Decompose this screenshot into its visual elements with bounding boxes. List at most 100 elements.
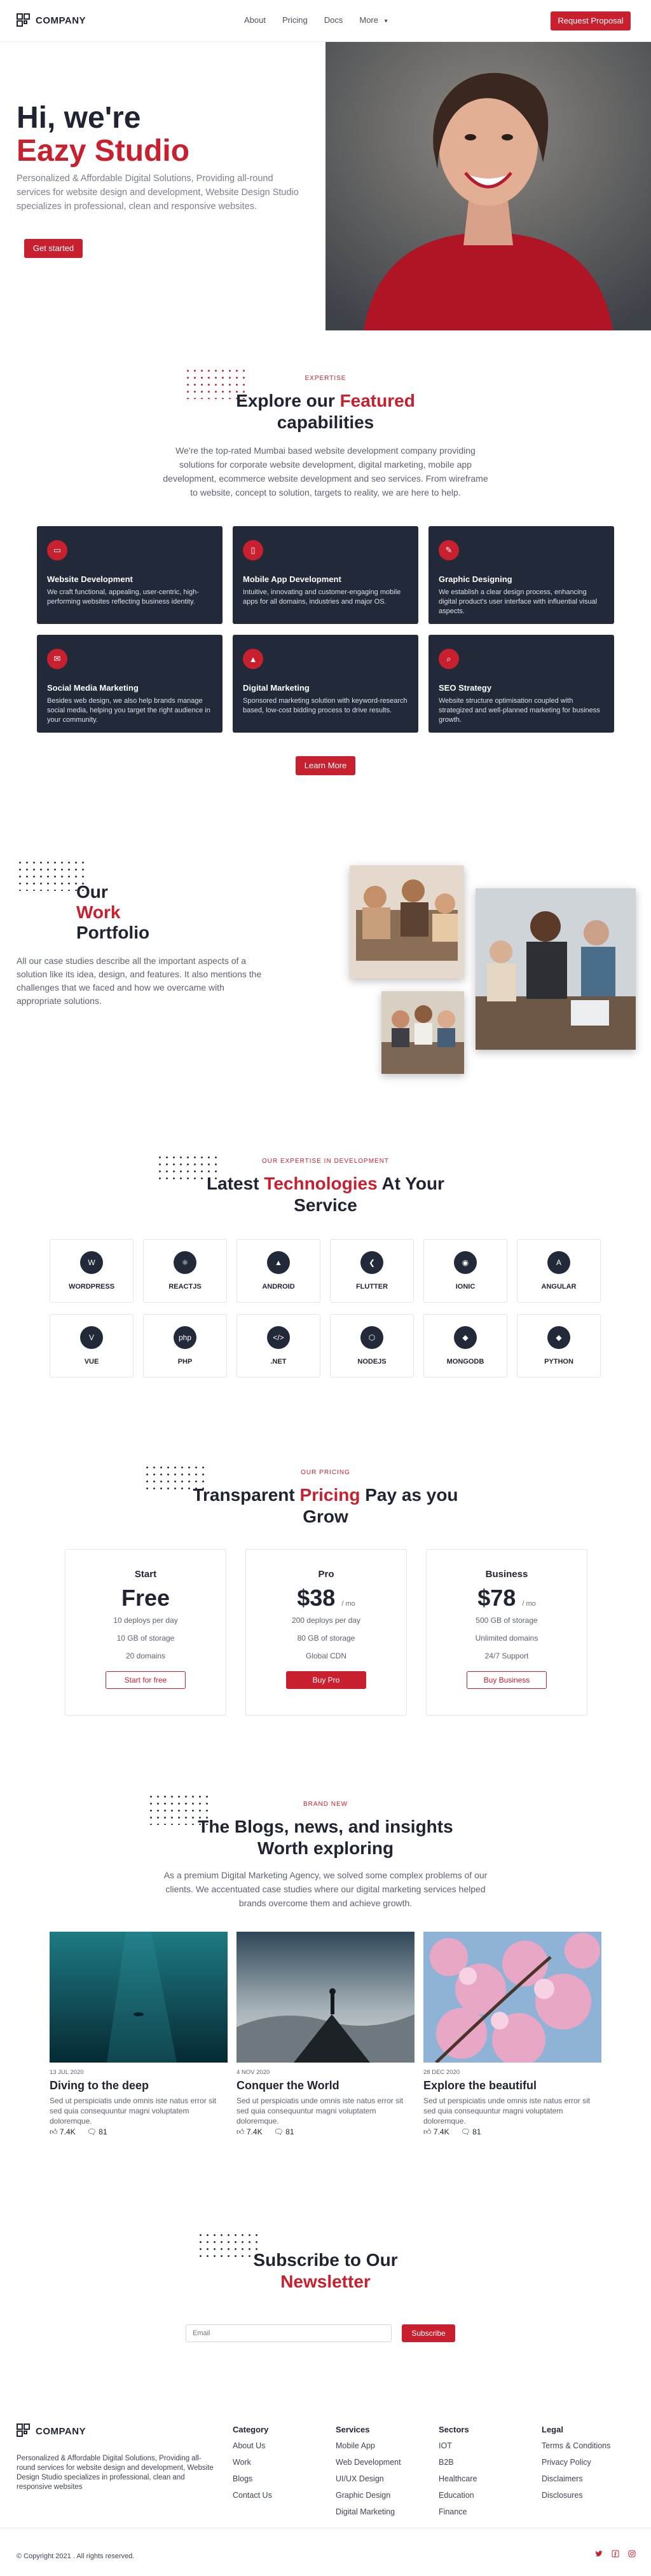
blog-comments[interactable]: 🗨︎ 81: [274, 2127, 294, 2137]
blog-date: 28 DEC 2020: [423, 2069, 460, 2076]
blog-comments[interactable]: 🗨︎ 81: [461, 2127, 481, 2137]
service-card-mobile-app[interactable]: ▯ Mobile App Development Intuitive, inno…: [233, 526, 418, 624]
service-card-desc: Intuitive, innovating and customer-engag…: [243, 588, 401, 606]
tech-angular[interactable]: A ANGULAR: [517, 1239, 601, 1303]
blog-image-deep-sea[interactable]: [50, 1932, 228, 2063]
logo[interactable]: COMPANY: [17, 13, 86, 29]
email-field[interactable]: [186, 2324, 392, 2342]
tech-reactjs[interactable]: ⚛ REACTJS: [143, 1239, 227, 1303]
tech-mongodb[interactable]: ◆ MONGODB: [423, 1314, 507, 1378]
footer-link[interactable]: Mobile App: [336, 2441, 375, 2450]
mountain-hiker-illustration: [236, 1932, 415, 2063]
buy-business-button[interactable]: Buy Business: [467, 1671, 547, 1689]
hero-title-line1: Hi, we're: [17, 101, 141, 135]
tech-label: PYTHON: [544, 1358, 573, 1366]
blogs-description: As a premium Digital Marketing Agency, w…: [163, 1870, 488, 1908]
request-proposal-button[interactable]: Request Proposal: [551, 11, 631, 31]
comment-icon: 🗨︎: [86, 2127, 97, 2136]
twitter-glyph: [595, 2551, 603, 2557]
service-card-seo[interactable]: ⌕ SEO Strategy Website structure optimis…: [428, 635, 614, 733]
blogs-title: The Blogs, news, and insights Worth expl…: [0, 1816, 651, 1859]
blogs-tag: BRAND NEW: [303, 1801, 348, 1808]
footer-logo[interactable]: COMPANY: [17, 2423, 86, 2439]
blog-comments[interactable]: 🗨︎ 81: [87, 2127, 107, 2137]
facebook-icon[interactable]: [610, 2550, 620, 2560]
tech-nodejs[interactable]: ⬡ NODEJS: [330, 1314, 414, 1378]
expertise-description: We're the top-rated Mumbai based website…: [163, 445, 488, 498]
footer-column-title: Category: [233, 2425, 269, 2434]
brand-name: COMPANY: [36, 2425, 86, 2437]
service-card-digital-marketing[interactable]: ▲ Digital Marketing Sponsored marketing …: [233, 635, 418, 733]
tech-label: NODEJS: [357, 1358, 387, 1366]
footer-link[interactable]: Graphic Design: [336, 2491, 390, 2500]
footer-link[interactable]: Privacy Policy: [542, 2458, 591, 2467]
footer-link[interactable]: Blogs: [233, 2474, 252, 2483]
learn-more-button[interactable]: Learn More: [296, 756, 355, 775]
footer-link[interactable]: B2B: [439, 2458, 454, 2467]
subscribe-button[interactable]: Subscribe: [402, 2324, 455, 2342]
nav-link-pricing[interactable]: Pricing: [282, 15, 308, 25]
expertise-title-pre: Explore our: [236, 391, 340, 410]
footer-link[interactable]: Web Development: [336, 2458, 401, 2467]
get-started-button[interactable]: Get started: [24, 239, 83, 258]
footer-link[interactable]: Disclosures: [542, 2491, 583, 2500]
tech-dotnet[interactable]: </> .NET: [236, 1314, 320, 1378]
service-card-title: SEO Strategy: [439, 683, 492, 693]
service-card-graphic-design[interactable]: ✎ Graphic Designing We establish a clear…: [428, 526, 614, 624]
footer-link[interactable]: Terms & Conditions: [542, 2441, 610, 2450]
blog-likes[interactable]: 👍︎ 7.4K: [423, 2127, 449, 2137]
plan-feature: Global CDN: [305, 1651, 347, 1660]
nav-link-more[interactable]: More ▾: [359, 15, 387, 25]
footer-link[interactable]: Digital Marketing: [336, 2507, 395, 2516]
footer-link[interactable]: Disclaimers: [542, 2474, 583, 2483]
plan-price: $78 / mo: [427, 1585, 587, 1611]
office-team-illustration: [476, 888, 636, 1050]
tech-php[interactable]: php PHP: [143, 1314, 227, 1378]
tech-android[interactable]: ▲ ANDROID: [236, 1239, 320, 1303]
footer-link[interactable]: Education: [439, 2491, 474, 2500]
footer-link[interactable]: Contact Us: [233, 2491, 272, 2500]
tech-wordpress[interactable]: W WORDPRESS: [50, 1239, 134, 1303]
blog-likes-count: 7.4K: [246, 2127, 263, 2136]
blog-title[interactable]: Conquer the World: [236, 2079, 339, 2092]
technologies-tag: OUR EXPERTISE IN DEVELOPMENT: [261, 1158, 390, 1165]
blog-likes[interactable]: 👍︎ 7.4K: [50, 2127, 76, 2137]
logo-icon: [17, 13, 32, 29]
footer-link[interactable]: Finance: [439, 2507, 467, 2516]
tech-vue[interactable]: V VUE: [50, 1314, 134, 1378]
footer-column-title: Sectors: [439, 2425, 469, 2434]
footer-link[interactable]: UI/UX Design: [336, 2474, 384, 2483]
blogs-title-line1: The Blogs, news, and insights: [198, 1817, 453, 1836]
tech-flutter[interactable]: ❮ FLUTTER: [330, 1239, 414, 1303]
tech-python[interactable]: ◆ PYTHON: [517, 1314, 601, 1378]
plan-price-value: $38: [297, 1585, 336, 1611]
service-card-social-media[interactable]: ✉ Social Media Marketing Besides web des…: [37, 635, 223, 733]
pricing-title-pre: Transparent: [193, 1485, 300, 1505]
blog-title[interactable]: Explore the beautiful: [423, 2079, 537, 2092]
tech-ionic[interactable]: ◉ IONIC: [423, 1239, 507, 1303]
twitter-icon[interactable]: [594, 2550, 604, 2560]
blog-title[interactable]: Diving to the deep: [50, 2079, 149, 2092]
start-for-free-button[interactable]: Start for free: [106, 1671, 186, 1689]
footer-link[interactable]: Healthcare: [439, 2474, 477, 2483]
plan-name: Start: [134, 1569, 157, 1580]
blog-likes[interactable]: 👍︎ 7.4K: [236, 2127, 263, 2137]
buy-pro-button[interactable]: Buy Pro: [286, 1671, 366, 1689]
team-meeting-illustration: [350, 865, 464, 979]
footer-link[interactable]: Work: [233, 2458, 251, 2467]
nav-link-about[interactable]: About: [244, 15, 266, 25]
service-card-website-development[interactable]: ▭ Website Development We craft functiona…: [37, 526, 223, 624]
instagram-icon[interactable]: [627, 2550, 637, 2560]
service-card-desc: We craft functional, appealing, user-cen…: [47, 588, 199, 606]
blog-image-mountain[interactable]: [236, 1932, 415, 2063]
hero-image: [326, 42, 651, 330]
logo-icon: [17, 2423, 32, 2439]
blog-image-blossom[interactable]: [423, 1932, 601, 2063]
plan-price-value: $78: [477, 1585, 516, 1611]
plan-feature: 80 GB of storage: [297, 1634, 355, 1643]
nav-link-more-label: More: [359, 15, 378, 25]
expertise-tag: EXPERTISE: [305, 375, 346, 382]
footer-link[interactable]: IOT: [439, 2441, 452, 2450]
nav-link-docs[interactable]: Docs: [324, 15, 343, 25]
footer-link[interactable]: About Us: [233, 2441, 265, 2450]
